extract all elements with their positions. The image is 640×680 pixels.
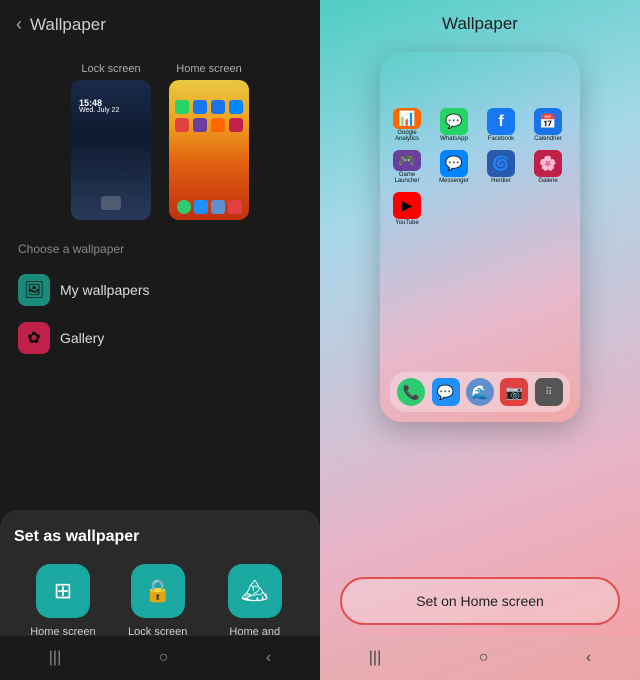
- right-nav-bar: ||| ○ ‹: [320, 636, 640, 680]
- preview-app-7: [211, 118, 225, 132]
- app-icon-inner-facebook: f: [487, 108, 515, 135]
- set-on-home-screen-button[interactable]: Set on Home screen: [340, 577, 620, 625]
- home-screen-preview-item[interactable]: Home screen: [169, 63, 249, 220]
- dock-icon-4: [228, 200, 242, 214]
- preview-app-6: [193, 118, 207, 132]
- home-preview-label: Home screen: [176, 63, 241, 75]
- right-top-bar: Wallpaper: [320, 0, 640, 42]
- dock-samsung-icon: 🌊: [466, 378, 494, 406]
- home-phone-preview[interactable]: [169, 80, 249, 220]
- left-panel: ‹ Wallpaper Lock screen 15:48 Wed. July …: [0, 0, 320, 680]
- dock-apps-icon: ⠿: [535, 378, 563, 406]
- wallpaper-previews: Lock screen 15:48 Wed. July 22 Home scre…: [0, 53, 320, 230]
- app-label-calendar: Calendrier: [534, 136, 562, 142]
- lock-camera-icon: [101, 196, 121, 210]
- phone-dock: 📞 💬 🌊 📷 ⠿: [390, 372, 570, 412]
- choose-label: Choose a wallpaper: [18, 242, 302, 256]
- back-icon[interactable]: ‹: [16, 14, 22, 35]
- app-game-launcher: 🎮 Game Launcher: [390, 150, 424, 184]
- preview-app-8: [229, 118, 243, 132]
- my-wallpapers-option[interactable]: 🖼 My wallpapers: [18, 266, 302, 314]
- app-icon-inner-whatsapp: 💬: [440, 108, 468, 135]
- left-top-bar: ‹ Wallpaper: [0, 0, 320, 49]
- app-label-youtube: YouTube: [395, 220, 419, 226]
- gallery-option[interactable]: ✿ Gallery: [18, 314, 302, 362]
- right-recent-icon[interactable]: |||: [369, 649, 381, 667]
- app-label-messenger: Messenger: [439, 178, 469, 184]
- preview-app-4: [229, 100, 243, 114]
- right-panel: Wallpaper 📊 Google Analytics 💬 WhatsApp …: [320, 0, 640, 680]
- dock-camera-icon: 📷: [500, 378, 528, 406]
- lock-screen-preview-item[interactable]: Lock screen 15:48 Wed. July 22: [71, 63, 151, 220]
- app-facebook: f Facebook: [484, 108, 518, 142]
- app-herdier: 🌀 Herdier: [484, 150, 518, 184]
- left-back-icon[interactable]: ‹: [266, 649, 271, 667]
- phone-mockup-inner: 📊 Google Analytics 💬 WhatsApp f Facebook…: [380, 52, 580, 422]
- app-google-analytics: 📊 Google Analytics: [390, 108, 424, 142]
- app-label-galerie: Galerie: [538, 178, 557, 184]
- dock-messages-icon: 💬: [432, 378, 460, 406]
- app-label-facebook: Facebook: [488, 136, 514, 142]
- app-icon-inner-youtube: ▶: [393, 192, 421, 219]
- dock-phone-icon: 📞: [397, 378, 425, 406]
- right-home-icon[interactable]: ○: [479, 649, 489, 667]
- app-label-analytics: Google Analytics: [390, 130, 424, 142]
- app-icon-inner-messenger: 💬: [440, 150, 468, 177]
- home-and-lock-set-icon: 🏔: [228, 564, 282, 618]
- home-screen-set-icon: ⊞: [36, 564, 90, 618]
- left-nav-bar: ||| ○ ‹: [0, 636, 320, 680]
- app-icon-inner-calendar: 📅: [534, 108, 562, 135]
- preview-app-1: [175, 100, 189, 114]
- left-home-icon[interactable]: ○: [159, 649, 169, 667]
- choose-wallpaper-section: Choose a wallpaper 🖼 My wallpapers ✿ Gal…: [0, 230, 320, 374]
- lock-date: Wed. July 22: [79, 107, 119, 114]
- my-wallpapers-label: My wallpapers: [60, 282, 149, 298]
- home-dock-preview: [175, 200, 243, 214]
- left-page-title: Wallpaper: [30, 15, 106, 35]
- gallery-icon: ✿: [18, 322, 50, 354]
- app-icon-inner-game: 🎮: [393, 150, 421, 171]
- lock-phone-preview[interactable]: 15:48 Wed. July 22: [71, 80, 151, 220]
- app-icon-inner-galerie: 🌸: [534, 150, 562, 177]
- dock-icon-3: [211, 200, 225, 214]
- lock-screen-set-icon: 🔒: [131, 564, 185, 618]
- left-recent-icon[interactable]: |||: [49, 649, 61, 667]
- app-youtube: ▶ YouTube: [390, 192, 424, 226]
- app-galerie: 🌸 Galerie: [531, 150, 565, 184]
- preview-app-2: [193, 100, 207, 114]
- app-icon-inner-herdier: 🌀: [487, 150, 515, 177]
- my-wallpapers-icon: 🖼: [18, 274, 50, 306]
- phone-mockup-large: 📊 Google Analytics 💬 WhatsApp f Facebook…: [380, 52, 580, 422]
- bottom-sheet-title: Set as wallpaper: [14, 528, 306, 546]
- gallery-label: Gallery: [60, 330, 104, 346]
- app-icon-inner-analytics: 📊: [393, 108, 421, 129]
- apps-grid-large: 📊 Google Analytics 💬 WhatsApp f Facebook…: [390, 108, 570, 226]
- lock-preview-label: Lock screen: [81, 63, 140, 75]
- home-icon-grid: [175, 100, 243, 132]
- app-label-game: Game Launcher: [390, 172, 424, 184]
- preview-app-3: [211, 100, 225, 114]
- app-whatsapp: 💬 WhatsApp: [437, 108, 471, 142]
- right-back-icon[interactable]: ‹: [586, 649, 591, 667]
- preview-app-5: [175, 118, 189, 132]
- right-page-title: Wallpaper: [442, 14, 518, 34]
- app-label-herdier: Herdier: [491, 178, 511, 184]
- app-messenger: 💬 Messenger: [437, 150, 471, 184]
- app-calendar: 📅 Calendrier: [531, 108, 565, 142]
- set-home-btn-wrap: Set on Home screen: [340, 577, 620, 625]
- app-label-whatsapp: WhatsApp: [440, 136, 468, 142]
- dock-icon-2: [194, 200, 208, 214]
- dock-icon-1: [177, 200, 191, 214]
